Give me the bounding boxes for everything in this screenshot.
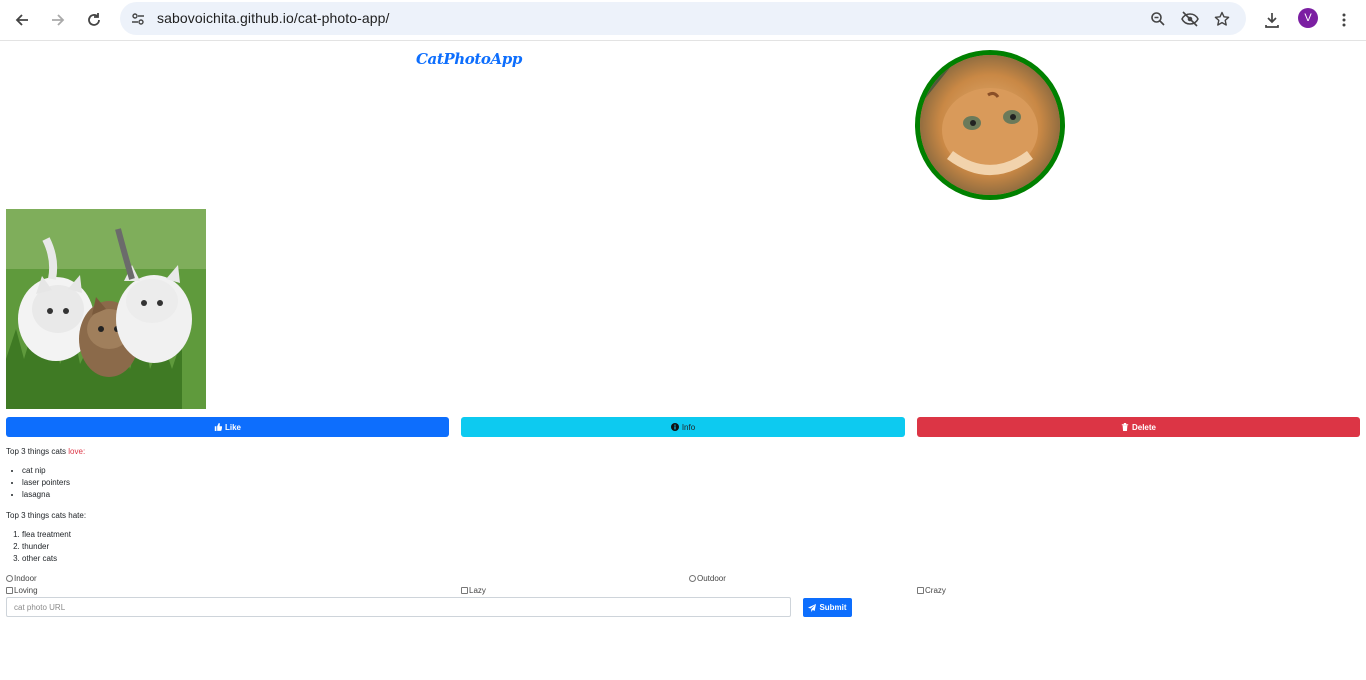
- tracking-protection-button[interactable]: [1179, 8, 1201, 30]
- indoor-radio[interactable]: Indoor: [6, 574, 37, 583]
- checkbox-box[interactable]: [6, 587, 13, 594]
- zoom-icon: [1151, 12, 1165, 26]
- submit-label: Submit: [819, 603, 847, 612]
- zoom-button[interactable]: [1147, 8, 1169, 30]
- like-label: Like: [224, 422, 241, 432]
- forward-icon: [52, 14, 65, 26]
- lazy-label: Lazy: [469, 586, 486, 595]
- thumbs-up-icon: [214, 423, 222, 431]
- kitten-avatar-photo[interactable]: [915, 50, 1065, 200]
- hate-heading: Top 3 things cats hate:: [6, 511, 87, 520]
- love-list: cat nip laser pointers lasagna: [6, 465, 70, 501]
- more-icon: [1342, 13, 1346, 27]
- love-heading-prefix: Top 3 things cats: [6, 447, 69, 456]
- forward-button[interactable]: [44, 6, 72, 34]
- like-button[interactable]: Like: [6, 417, 449, 437]
- info-button[interactable]: Info: [461, 417, 905, 437]
- love-heading: Top 3 things cats love:: [6, 447, 85, 456]
- list-item: flea treatment: [22, 529, 71, 541]
- star-icon: [1214, 11, 1230, 26]
- checkbox-box[interactable]: [461, 587, 468, 594]
- eye-off-icon: [1181, 11, 1199, 27]
- list-item: cat nip: [22, 465, 70, 477]
- info-circle-icon: [670, 423, 679, 431]
- submit-button[interactable]: Submit: [803, 598, 852, 617]
- three-kittens-image: [6, 209, 206, 409]
- site-info-button[interactable]: [127, 8, 149, 30]
- browser-menu-button[interactable]: [1330, 6, 1358, 34]
- cat-photo-url-input[interactable]: cat photo URL: [6, 597, 791, 617]
- outdoor-radio[interactable]: Outdoor: [689, 574, 726, 583]
- reload-button[interactable]: [80, 6, 108, 34]
- paper-plane-icon: [808, 603, 817, 612]
- crazy-label: Crazy: [925, 586, 946, 595]
- loving-label: Loving: [14, 586, 38, 595]
- downloads-button[interactable]: [1258, 6, 1286, 34]
- list-item: laser pointers: [22, 477, 70, 489]
- hate-list: flea treatment thunder other cats: [6, 529, 71, 565]
- bookmark-button[interactable]: [1211, 8, 1233, 30]
- loving-checkbox[interactable]: Loving: [6, 586, 38, 595]
- info-label: Info: [681, 422, 696, 432]
- address-bar[interactable]: sabovoichita.github.io/cat-photo-app/: [120, 2, 1246, 35]
- outdoor-label: Outdoor: [697, 574, 726, 583]
- radio-circle[interactable]: [6, 575, 13, 582]
- trash-icon: [1121, 423, 1129, 431]
- delete-label: Delete: [1131, 422, 1156, 432]
- profile-avatar[interactable]: V: [1298, 8, 1318, 28]
- page-content: CatPhotoApp Like Info Delete Top 3 thing…: [0, 42, 1366, 680]
- love-word: love:: [68, 447, 86, 456]
- orange-kitten-image: [920, 55, 1060, 195]
- profile-initial: V: [1304, 12, 1312, 24]
- site-info-icon: [132, 13, 144, 25]
- delete-button[interactable]: Delete: [917, 417, 1360, 437]
- list-item: other cats: [22, 553, 71, 565]
- kittens-photo[interactable]: [6, 209, 206, 409]
- crazy-checkbox[interactable]: Crazy: [917, 586, 946, 595]
- brand-title: CatPhotoApp: [416, 50, 522, 68]
- lazy-checkbox[interactable]: Lazy: [461, 586, 486, 595]
- list-item: thunder: [22, 541, 71, 553]
- checkbox-box[interactable]: [917, 587, 924, 594]
- back-icon: [15, 14, 28, 26]
- download-icon: [1265, 13, 1279, 28]
- indoor-label: Indoor: [14, 574, 37, 583]
- list-item: lasagna: [22, 489, 70, 501]
- radio-circle[interactable]: [689, 575, 696, 582]
- back-button[interactable]: [8, 6, 36, 34]
- reload-icon: [88, 13, 100, 26]
- browser-toolbar: sabovoichita.github.io/cat-photo-app/ V: [0, 0, 1366, 41]
- url-text[interactable]: sabovoichita.github.io/cat-photo-app/: [157, 10, 390, 26]
